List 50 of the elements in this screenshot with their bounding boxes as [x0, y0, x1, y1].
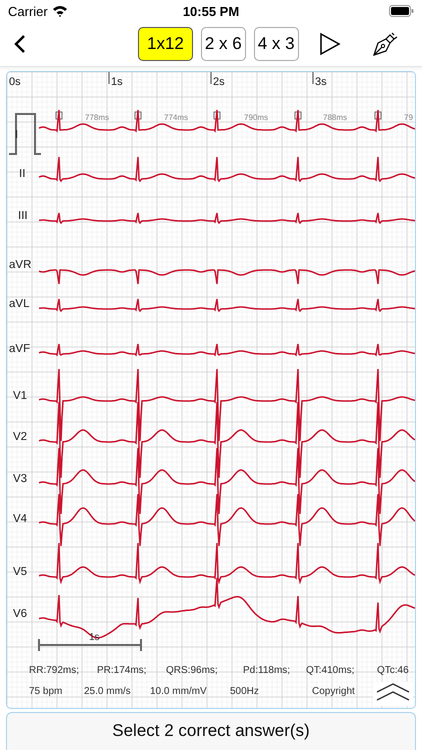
- beat-marker-icon: [134, 112, 142, 120]
- measurement-text: QT:410ms;: [306, 665, 354, 676]
- beat-marker-icon: [56, 112, 62, 120]
- lead-label: V4: [13, 513, 28, 525]
- lead-label: V5: [13, 566, 28, 578]
- lead-label: aVF: [9, 343, 30, 355]
- carrier-label: Carrier: [8, 4, 48, 18]
- setting-text: 25.0 mm/s: [84, 686, 131, 697]
- measurement-text: Pd:118ms;: [243, 665, 290, 676]
- layout-button[interactable]: 4 x 3: [254, 27, 299, 61]
- back-icon[interactable]: [14, 34, 26, 54]
- setting-text: 10.0 mm/mV: [150, 686, 207, 697]
- lead-label: aVR: [9, 259, 32, 271]
- time-label: 2s: [213, 76, 225, 88]
- play-icon[interactable]: [318, 32, 341, 56]
- measurement-text: RR:792ms;: [29, 665, 80, 676]
- lead-label: V6: [13, 608, 28, 620]
- battery-icon: [389, 5, 414, 17]
- time-label: 1s: [111, 76, 123, 88]
- pen-nib-icon[interactable]: [370, 30, 399, 58]
- clock-time: 10:55 PM: [182, 4, 240, 18]
- time-label: 0s: [9, 76, 21, 88]
- setting-text: Copyright: [312, 686, 355, 697]
- lead-label: V3: [13, 473, 28, 485]
- lead-label: II: [19, 168, 26, 180]
- calibration-pulse: [9, 113, 41, 155]
- lead-label: III: [18, 210, 28, 222]
- rr-interval-label: 79: [404, 113, 413, 122]
- setting-text: 75 bpm: [29, 686, 62, 697]
- time-label: 3s: [315, 76, 327, 88]
- rr-interval-label: 790ms: [244, 113, 268, 122]
- beat-marker-icon: [294, 112, 302, 120]
- rr-interval-label: 778ms: [85, 113, 110, 122]
- rr-interval-label: 774ms: [164, 113, 188, 122]
- lead-label: I: [15, 129, 18, 141]
- collapse-chevron-icon[interactable]: [376, 683, 410, 701]
- lead-label: aVL: [9, 298, 30, 310]
- answer-prompt-card: Select 2 correct answer(s): [6, 712, 416, 750]
- lead-label: V1: [13, 390, 28, 402]
- lead-label: V2: [13, 431, 28, 443]
- setting-text: 500Hz: [230, 686, 259, 697]
- beat-marker-icon: [214, 112, 220, 120]
- measurement-text: QRS:96ms;: [166, 665, 218, 676]
- measurement-text: PR:174ms;: [97, 665, 146, 676]
- wifi-icon: [52, 5, 68, 17]
- measurement-text: QTc:46: [377, 665, 409, 676]
- rr-interval-label: 788ms: [323, 113, 348, 122]
- layout-button[interactable]: 2 x 6: [200, 27, 246, 61]
- beat-marker-icon: [374, 112, 382, 120]
- layout-button[interactable]: 1x12: [138, 27, 193, 61]
